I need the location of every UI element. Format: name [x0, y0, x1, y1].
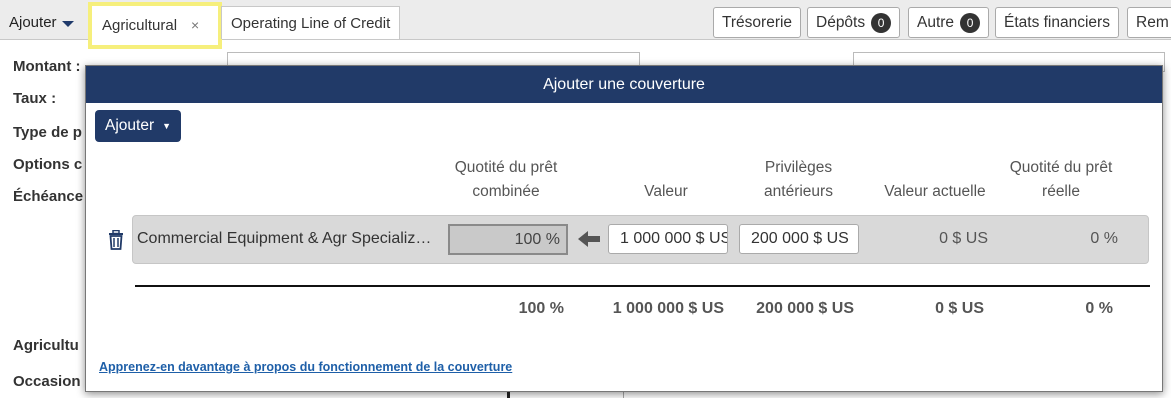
add-coverage-label: Ajouter — [105, 117, 155, 134]
combined-ltv-field: 100 % — [448, 224, 568, 255]
total-current-value: 0 $ US — [935, 300, 984, 317]
montant-label: Montant : — [13, 58, 81, 75]
value-input[interactable]: 1 000 000 $ US — [608, 224, 728, 254]
tab-agricultural-label: Agricultural — [102, 17, 178, 34]
add-tab-label: Ajouter — [9, 14, 57, 31]
total-value: 1 000 000 $ US — [612, 300, 724, 317]
modal-title: Ajouter une couverture — [543, 75, 705, 93]
tab-agricultural[interactable]: Agricultural × — [88, 2, 222, 49]
tab-autre-label: Autre — [917, 13, 955, 31]
close-icon[interactable]: × — [191, 17, 199, 33]
tab-operating-line-of-credit[interactable]: Operating Line of Credit — [221, 6, 401, 39]
autre-count-badge: 0 — [960, 12, 981, 33]
col-header-combined-ltv: Quotité du prêt combinée — [436, 156, 576, 204]
tab-bar: Ajouter Agricultural × Operating Line of… — [0, 0, 1171, 49]
col-header-prior-liens-line1: Privilèges — [764, 159, 833, 176]
total-actual-ltv: 0 % — [1085, 300, 1113, 317]
add-coverage-modal: Ajouter une couverture Ajouter ▼ Quotité… — [85, 65, 1163, 392]
tab-etats-financiers[interactable]: États financiers — [995, 7, 1119, 38]
col-header-actual-ltv: Quotité du prêt réelle — [991, 156, 1131, 204]
tab-depots-label: Dépôts — [816, 13, 866, 31]
tab-tresorerie-label: Trésorerie — [722, 13, 793, 31]
tab-tresorerie[interactable]: Trésorerie — [713, 7, 802, 38]
occasion-label: Occasion — [13, 373, 81, 390]
options-label: Options c — [13, 156, 83, 173]
tab-depots[interactable]: Dépôts 0 — [807, 7, 901, 38]
col-header-actual-ltv-line1: Quotité du prêt — [1009, 159, 1113, 176]
tab-etats-label: États financiers — [1004, 13, 1110, 31]
type-label: Type de p — [13, 124, 82, 141]
col-header-value: Valeur — [616, 180, 716, 204]
tab-rem-label: Rem — [1136, 13, 1169, 31]
totals-separator — [135, 285, 1150, 287]
actual-ltv-cell: 0 % — [1090, 230, 1118, 247]
coverage-row-name: Commercial Equipment & Agr Specializ… — [137, 230, 432, 247]
tab-rem[interactable]: Rem — [1127, 7, 1171, 38]
add-coverage-button[interactable]: Ajouter ▼ — [95, 110, 182, 142]
col-header-prior-liens: Privilèges antérieurs — [736, 156, 861, 204]
trash-icon[interactable] — [107, 230, 125, 250]
col-header-combined-ltv-line2: combinée — [472, 183, 540, 200]
total-prior-liens: 200 000 $ US — [756, 300, 854, 317]
current-value-cell: 0 $ US — [939, 230, 988, 247]
modal-header: Ajouter une couverture — [86, 66, 1162, 103]
col-header-combined-ltv-line1: Quotité du prêt — [454, 159, 558, 176]
prior-liens-input[interactable]: 200 000 $ US — [739, 224, 859, 254]
chevron-down-icon — [61, 20, 74, 27]
col-header-prior-liens-line2: antérieurs — [764, 183, 833, 200]
echeance-label: Échéance — [13, 188, 84, 205]
col-header-current-value: Valeur actuelle — [870, 180, 1000, 204]
depots-count-badge: 0 — [871, 12, 892, 33]
add-tab-dropdown[interactable]: Ajouter — [0, 6, 83, 39]
tab-autre[interactable]: Autre 0 — [908, 7, 990, 38]
col-header-current-value-label: Valeur actuelle — [884, 183, 986, 200]
divider — [623, 392, 624, 398]
learn-more-link[interactable]: Apprenez-en davantage à propos du foncti… — [99, 360, 512, 374]
divider — [507, 392, 510, 398]
col-header-actual-ltv-line2: réelle — [1042, 183, 1080, 200]
col-header-value-label: Valeur — [644, 183, 688, 200]
agricultu-label: Agricultu — [13, 337, 79, 354]
taux-label: Taux : — [13, 90, 57, 107]
caret-down-icon: ▼ — [162, 121, 172, 131]
tab-olc-label: Operating Line of Credit — [231, 14, 391, 32]
arrow-left-icon — [578, 231, 600, 247]
total-combined-ltv: 100 % — [518, 300, 564, 317]
